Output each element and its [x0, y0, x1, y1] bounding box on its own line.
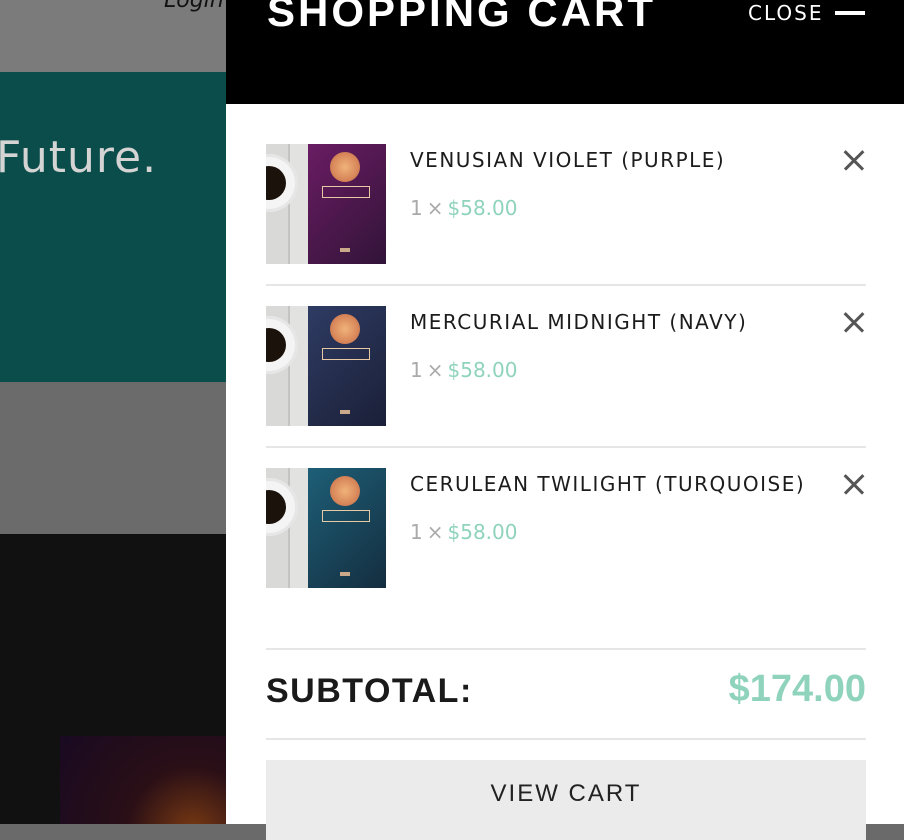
cart-drawer: SHOPPING CART CLOSE VENUSIAN VIOLET (PUR…: [226, 0, 904, 840]
subtotal-value: $174.00: [728, 668, 866, 710]
product-thumbnail[interactable]: [266, 468, 386, 588]
item-price: 1 × $58.00: [410, 196, 517, 220]
item-name[interactable]: CERULEAN TWILIGHT (TURQUOISE): [410, 472, 805, 496]
planner-book-graphic: [308, 468, 386, 588]
item-name[interactable]: MERCURIAL MIDNIGHT (NAVY): [410, 310, 747, 334]
cart-title: SHOPPING CART: [267, 0, 657, 35]
item-divider: [266, 284, 866, 286]
hero-text: Future.: [0, 132, 158, 183]
item-price: 1 × $58.00: [410, 520, 517, 544]
planner-book-graphic: [308, 306, 386, 426]
item-amount: $58.00: [447, 520, 518, 544]
close-label: CLOSE: [748, 1, 824, 25]
close-button[interactable]: CLOSE: [748, 0, 866, 26]
item-name[interactable]: VENUSIAN VIOLET (PURPLE): [410, 148, 725, 172]
item-price: 1 × $58.00: [410, 358, 517, 382]
times-icon: ×: [426, 196, 444, 220]
login-link[interactable]: Login: [164, 0, 224, 13]
cart-item: CERULEAN TWILIGHT (TURQUOISE) 1 × $58.00: [266, 468, 866, 630]
item-quantity: 1: [410, 520, 423, 544]
item-amount: $58.00: [447, 196, 518, 220]
times-icon: ×: [426, 358, 444, 382]
subtotal-label: SUBTOTAL:: [266, 672, 473, 710]
background-image: [60, 736, 226, 824]
item-quantity: 1: [410, 358, 423, 382]
remove-item-icon[interactable]: [842, 472, 866, 496]
product-thumbnail[interactable]: [266, 144, 386, 264]
item-divider: [266, 446, 866, 448]
subtotal-divider-bottom: [266, 738, 866, 740]
cart-item: MERCURIAL MIDNIGHT (NAVY) 1 × $58.00: [266, 306, 866, 468]
item-quantity: 1: [410, 196, 423, 220]
remove-item-icon[interactable]: [842, 148, 866, 172]
cart-item: VENUSIAN VIOLET (PURPLE) 1 × $58.00: [266, 144, 866, 306]
planner-book-graphic: [308, 144, 386, 264]
remove-item-icon[interactable]: [842, 310, 866, 334]
times-icon: ×: [426, 520, 444, 544]
cart-header: SHOPPING CART CLOSE: [226, 0, 904, 104]
product-thumbnail[interactable]: [266, 306, 386, 426]
subtotal-divider-top: [266, 648, 866, 650]
close-dash-icon: [835, 11, 866, 15]
item-amount: $58.00: [447, 358, 518, 382]
view-cart-button[interactable]: VIEW CART: [266, 760, 866, 840]
